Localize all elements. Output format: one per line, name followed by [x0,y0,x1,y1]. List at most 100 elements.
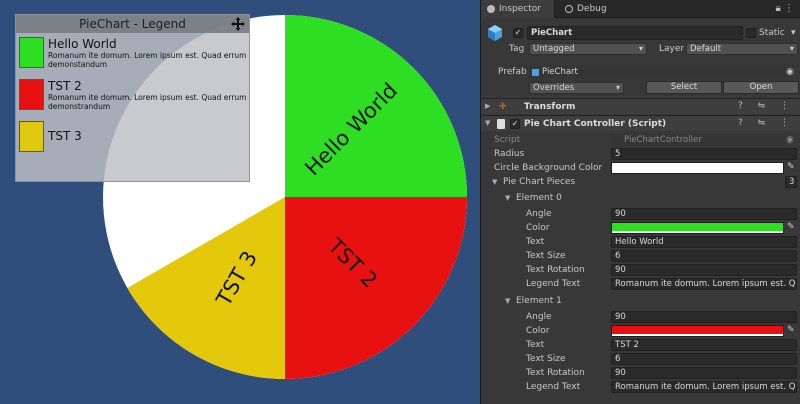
angle-field[interactable]: 90 [611,208,797,220]
static-label: Static [759,28,785,38]
tab-menu-icons[interactable]: 🔒︎ ⋮ [776,3,795,14]
component-enabled-checkbox[interactable]: ✓ [510,119,520,129]
info-icon [487,5,495,13]
element-row: Legend Text Romanum ite domum. Lorem ips… [481,380,800,394]
angle-field[interactable]: 90 [611,311,797,323]
scene-view[interactable]: Hello World TST 2 TST 3 PieChart - Legend … [0,0,480,404]
element-title: Element 0 [516,193,562,203]
legend-item-desc: Romanum ite domum. Lorem ipsum est. Quad… [48,51,247,69]
pieces-label: Pie Chart Pieces [503,177,576,187]
script-row: Script PieChartController ◉ [481,133,800,147]
select-button[interactable]: Select [646,81,722,94]
tag-layer-row: Tag Untagged Layer Default [481,42,800,56]
legend-panel[interactable]: PieChart - Legend Hello World Romanum it… [15,14,250,182]
overrides-dropdown[interactable]: Overrides [529,82,624,94]
legend-item-desc: Romanum ite domum. Lorem ipsum est. Quad… [48,93,247,111]
color-label: Color [526,223,550,233]
legend-title: PieChart - Legend [16,15,249,33]
collapse-arrow-icon[interactable]: ▶ [485,99,490,113]
circle-bg-label: Circle Background Color [494,163,603,173]
prefab-row: Prefab PieChart ◉ [481,65,800,79]
prefab-label: Prefab [498,67,527,77]
legend-text-field[interactable]: Romanum ite domum. Lorem ipsum est. Quad [611,381,797,393]
color-field[interactable] [611,325,784,337]
legend-item-name: Hello World [48,37,117,51]
legend-text-label: Legend Text [526,279,581,289]
legend-text-field[interactable]: Romanum ite domum. Lorem ipsum est. Quad [611,278,797,290]
static-checkbox[interactable] [746,28,756,38]
legend-swatch [19,121,44,152]
component-menu-icons[interactable]: ? ⇋ ⋮ [738,118,795,128]
element-row: Angle 90 [481,310,800,324]
transform-header[interactable]: ▶ ✛ Transform ? ⇋ ⋮ [481,98,800,114]
component-label: Pie Chart Controller (Script) [524,119,667,129]
legend-item: Hello World Romanum ite domum. Lorem ips… [16,37,251,77]
eyedropper-icon[interactable]: ✎ [787,222,795,232]
element-title: Element 1 [516,296,562,306]
element-row: Angle 90 [481,207,800,221]
element-row: Text TST 2 [481,338,800,352]
move-icon[interactable] [230,16,246,32]
object-header: ✓ PieChart Static ▾ [481,22,800,44]
eyedropper-icon[interactable]: ✎ [787,325,795,335]
component-header[interactable]: ▼ ✓ Pie Chart Controller (Script) ? ⇋ ⋮ [481,115,800,131]
legend-swatch [19,79,44,110]
open-button[interactable]: Open [723,81,799,94]
text-rotation-label: Text Rotation [526,368,585,378]
transform-label: Transform [524,102,576,112]
tab-debug[interactable]: Debug [559,0,619,18]
expand-arrow-icon[interactable]: ▼ [505,294,510,308]
expand-arrow-icon[interactable]: ▼ [492,175,497,189]
static-dropdown-icon[interactable]: ▾ [791,26,796,40]
debug-icon [565,5,573,13]
inspector-panel: Inspector Debug 🔒︎ ⋮ ✓ PieChart Static ▾… [480,0,800,404]
text-size-field[interactable]: 6 [611,250,797,262]
text-rotation-label: Text Rotation [526,265,585,275]
text-size-label: Text Size [526,251,566,261]
radius-field[interactable]: 5 [611,148,797,160]
element-1-header[interactable]: ▼ Element 1 [481,294,800,308]
object-name-field[interactable]: PieChart [527,26,743,40]
pieces-count-field[interactable]: 3 [785,176,797,188]
target-icon[interactable]: ◉ [786,65,794,79]
radius-label: Radius [494,149,525,159]
angle-label: Angle [526,209,552,219]
eyedropper-icon[interactable]: ✎ [787,162,795,172]
text-field[interactable]: TST 2 [611,339,797,351]
tab-inspector[interactable]: Inspector [481,0,555,18]
element-row: Text Size 6 [481,249,800,263]
radius-row: Radius 5 [481,147,800,161]
script-icon [497,119,505,129]
text-size-label: Text Size [526,354,566,364]
pie-slice [285,197,467,379]
text-rotation-field[interactable]: 90 [611,264,797,276]
element-row: Text Size 6 [481,352,800,366]
element-row: Color ✎ [481,324,800,338]
element-0-header[interactable]: ▼ Element 0 [481,191,800,205]
text-size-field[interactable]: 6 [611,353,797,365]
expand-arrow-icon[interactable]: ▼ [485,116,490,130]
pieces-row: ▼ Pie Chart Pieces 3 [481,175,800,189]
component-menu-icons[interactable]: ? ⇋ ⋮ [738,101,795,111]
inspector-tabbar: Inspector Debug 🔒︎ ⋮ [481,0,800,18]
layer-dropdown[interactable]: Default [686,43,798,55]
expand-arrow-icon[interactable]: ▼ [505,191,510,205]
color-field[interactable] [611,222,784,234]
text-rotation-field[interactable]: 90 [611,367,797,379]
legend-item-name: TST 2 [48,79,82,93]
legend-item: TST 2 Romanum ite domum. Lorem ipsum est… [16,79,251,119]
tag-dropdown[interactable]: Untagged [529,43,647,55]
legend-swatch [19,37,44,68]
target-icon[interactable]: ◉ [786,133,794,147]
circle-bg-color-field[interactable] [611,162,784,174]
color-label: Color [526,326,550,336]
element-row: Color ✎ [481,221,800,235]
legend-item: TST 3 [16,121,251,161]
transform-icon: ✛ [499,102,507,112]
text-field[interactable]: Hello World [611,236,797,248]
element-row: Legend Text Romanum ite domum. Lorem ips… [481,277,800,291]
prefab-small-icon [532,69,539,76]
active-checkbox[interactable]: ✓ [513,28,523,38]
legend-text-label: Legend Text [526,382,581,392]
element-row: Text Rotation 90 [481,263,800,277]
